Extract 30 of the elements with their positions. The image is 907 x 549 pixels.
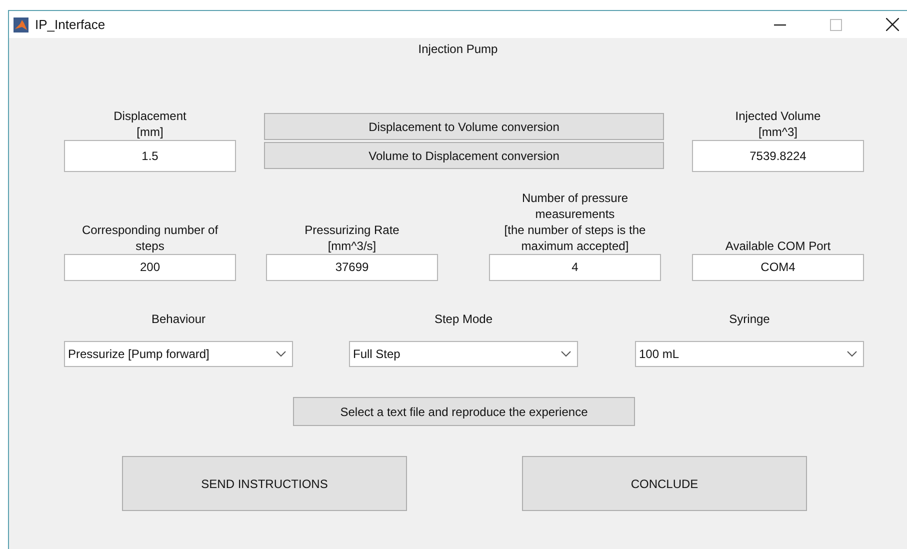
panel-title: Injection Pump xyxy=(418,42,498,56)
action-button[interactable]: CONCLUDE xyxy=(522,456,807,511)
action-button[interactable]: SEND INSTRUCTIONS xyxy=(122,456,407,511)
file-button[interactable]: Select a text file and reproduce the experience xyxy=(293,397,635,426)
field-label: Available COM Port xyxy=(725,238,831,254)
chevron-down-icon xyxy=(847,351,857,357)
conversion-button[interactable]: Volume to Displacement conversion xyxy=(264,142,664,169)
conversion-button[interactable]: Displacement to Volume conversion xyxy=(264,113,664,140)
field-label: Pressurizing Rate [mm^3/s] xyxy=(304,222,400,254)
field-label: Corresponding number of steps xyxy=(82,222,218,254)
close-icon[interactable] xyxy=(886,18,899,31)
dropdown-label: Syringe xyxy=(729,311,770,327)
input-field[interactable]: 200 xyxy=(64,254,236,281)
chevron-down-icon xyxy=(276,351,286,357)
dropdown-label: Behaviour xyxy=(151,311,206,327)
dropdown[interactable]: Full Step xyxy=(349,341,578,367)
field-label: Injected Volume [mm^3] xyxy=(735,108,821,140)
dropdown[interactable]: 100 mL xyxy=(635,341,864,367)
input-field[interactable]: 7539.8224 xyxy=(692,140,864,172)
chevron-down-icon xyxy=(561,351,571,357)
dropdown[interactable]: Pressurize [Pump forward] xyxy=(64,341,293,367)
input-field[interactable]: 37699 xyxy=(266,254,438,281)
field-label: Number of pressure measurements [the number of steps is the maximum accepted] xyxy=(504,190,646,254)
app-icon xyxy=(13,16,29,32)
window-title: IP_Interface xyxy=(35,17,106,32)
input-field[interactable]: COM4 xyxy=(692,254,864,281)
dropdown-label: Step Mode xyxy=(434,311,493,327)
input-field[interactable]: 4 xyxy=(489,254,661,281)
input-field[interactable]: 1.5 xyxy=(64,140,236,172)
field-label: Displacement [mm] xyxy=(114,108,186,140)
